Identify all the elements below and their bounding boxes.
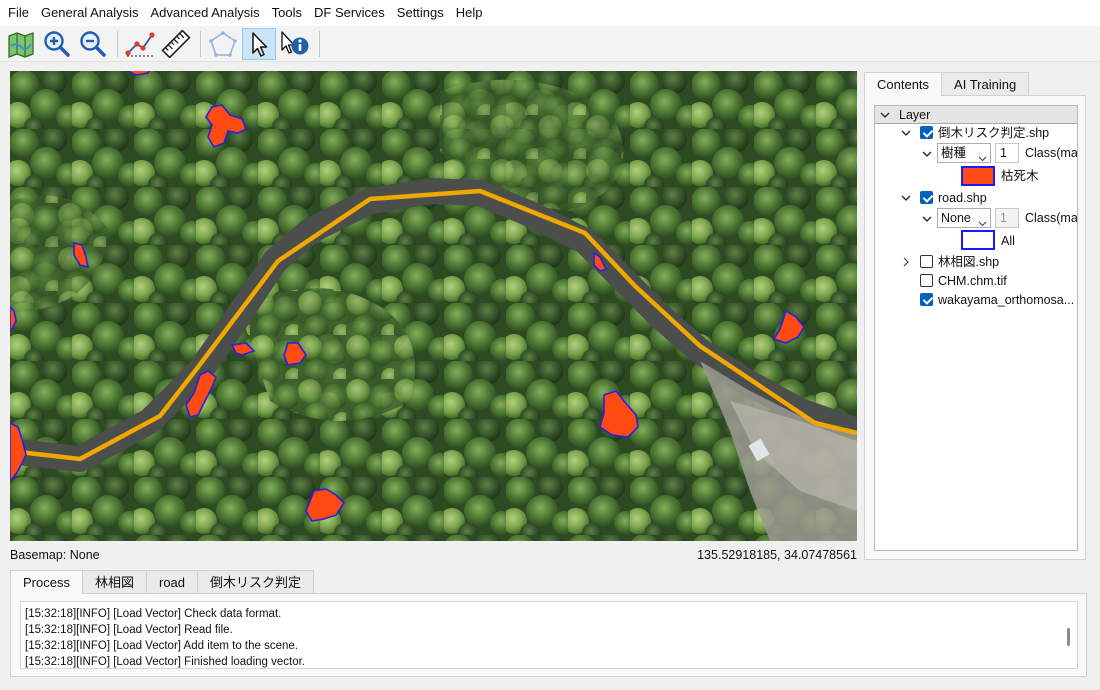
layer-tree: Layer 倒木リスク判定.shp 樹種 1 Class(max 枯死木 roa… (874, 105, 1078, 551)
menu-df-services[interactable]: DF Services (308, 0, 391, 26)
contents-panel: Layer 倒木リスク判定.shp 樹種 1 Class(max 枯死木 roa… (864, 95, 1086, 560)
basemap-button[interactable] (4, 28, 38, 60)
class-label: Class(max (1025, 146, 1078, 160)
chevron-down-icon[interactable] (900, 127, 912, 139)
field-select-value: None (941, 211, 971, 225)
basemap-status: Basemap: None (10, 548, 100, 562)
chevron-down-icon[interactable] (921, 148, 933, 160)
legend-label: All (1001, 234, 1015, 248)
layer-visibility-checkbox[interactable] (920, 293, 933, 306)
cursor-coordinates: 135.52918185, 34.07478561 (697, 548, 857, 562)
status-bar: Basemap: None 135.52918185, 34.07478561 (10, 548, 857, 564)
measure-polyline-icon (125, 31, 155, 57)
toolbar (0, 26, 1100, 62)
menu-settings[interactable]: Settings (391, 0, 450, 26)
layer-name[interactable]: 林相図.shp (938, 254, 999, 270)
class-label: Class(max (1025, 211, 1078, 225)
log-line: [15:32:18][INFO] [Load Vector] Check dat… (25, 608, 282, 620)
layer-visibility-checkbox[interactable] (920, 255, 933, 268)
log-line: [15:32:18][INFO] [Load Vector] Finished … (25, 656, 305, 668)
select-pointer-button[interactable] (242, 27, 276, 60)
class-count-input[interactable]: 1 (995, 208, 1019, 228)
orthomosaic-image (10, 71, 857, 541)
field-select[interactable]: None (937, 208, 991, 228)
tab-process[interactable]: Process (10, 570, 83, 594)
polygon-draw-button[interactable] (206, 28, 240, 60)
bottom-panel-tabs: Process 林相図 road 倒木リスク判定 (10, 570, 315, 594)
layer-visibility-checkbox[interactable] (920, 274, 933, 287)
layer-root-label: Layer (899, 108, 931, 122)
class-count-input[interactable]: 1 (995, 143, 1019, 163)
menu-general-analysis[interactable]: General Analysis (35, 0, 145, 26)
log-line: [15:32:18][INFO] [Load Vector] Add item … (25, 640, 298, 652)
field-select-value: 樹種 (941, 146, 967, 160)
identify-button[interactable] (278, 28, 312, 60)
menu-bar: File General Analysis Advanced Analysis … (0, 0, 1100, 26)
layer-visibility-checkbox[interactable] (920, 191, 933, 204)
layer-name[interactable]: 倒木リスク判定.shp (938, 125, 1049, 141)
toolbar-separator (200, 30, 201, 57)
chevron-down-icon[interactable] (900, 192, 912, 204)
measure-button[interactable] (123, 28, 157, 60)
tab-road[interactable]: road (145, 570, 199, 594)
map-canvas[interactable] (10, 71, 857, 541)
legend-swatch[interactable] (961, 166, 995, 186)
process-panel: [15:32:18][INFO] [Load Vector] Check dat… (10, 593, 1087, 677)
zoom-out-button[interactable] (76, 28, 110, 60)
zoom-in-button[interactable] (40, 28, 74, 60)
zoom-in-icon (44, 30, 70, 57)
menu-file[interactable]: File (2, 0, 35, 26)
chevron-right-icon[interactable] (900, 256, 912, 268)
ruler-button[interactable] (159, 28, 193, 60)
tab-contents[interactable]: Contents (864, 72, 943, 96)
log-scrollbar-thumb[interactable] (1067, 628, 1070, 646)
menu-help[interactable]: Help (450, 0, 489, 26)
chevron-down-icon (978, 149, 987, 167)
layer-name[interactable]: CHM.chm.tif (938, 273, 1007, 289)
layer-visibility-checkbox[interactable] (920, 126, 933, 139)
menu-advanced-analysis[interactable]: Advanced Analysis (145, 0, 266, 26)
tab-fallen-tree-risk[interactable]: 倒木リスク判定 (197, 570, 315, 594)
legend-label: 枯死木 (1001, 169, 1039, 183)
tab-forest-type-map[interactable]: 林相図 (81, 570, 147, 594)
polygon-draw-icon (209, 30, 237, 57)
menu-tools[interactable]: Tools (266, 0, 308, 26)
layer-name[interactable]: road.shp (938, 190, 987, 206)
layer-name[interactable]: wakayama_orthomosa... (938, 292, 1074, 308)
zoom-out-icon (80, 30, 106, 57)
toolbar-separator (319, 30, 320, 57)
tab-ai-training[interactable]: AI Training (941, 72, 1030, 96)
legend-swatch[interactable] (961, 230, 995, 250)
log-line: [15:32:18][INFO] [Load Vector] Read file… (25, 624, 233, 636)
chevron-down-icon[interactable] (879, 109, 891, 121)
process-log[interactable]: [15:32:18][INFO] [Load Vector] Check dat… (20, 601, 1078, 669)
right-panel-tabs: Contents AI Training (864, 72, 1030, 96)
chevron-down-icon[interactable] (921, 213, 933, 225)
basemap-map-icon (8, 31, 34, 58)
field-select[interactable]: 樹種 (937, 143, 991, 163)
toolbar-separator (117, 30, 118, 57)
select-pointer-icon (252, 31, 268, 57)
ruler-icon (161, 29, 191, 58)
identify-info-icon (281, 30, 309, 54)
